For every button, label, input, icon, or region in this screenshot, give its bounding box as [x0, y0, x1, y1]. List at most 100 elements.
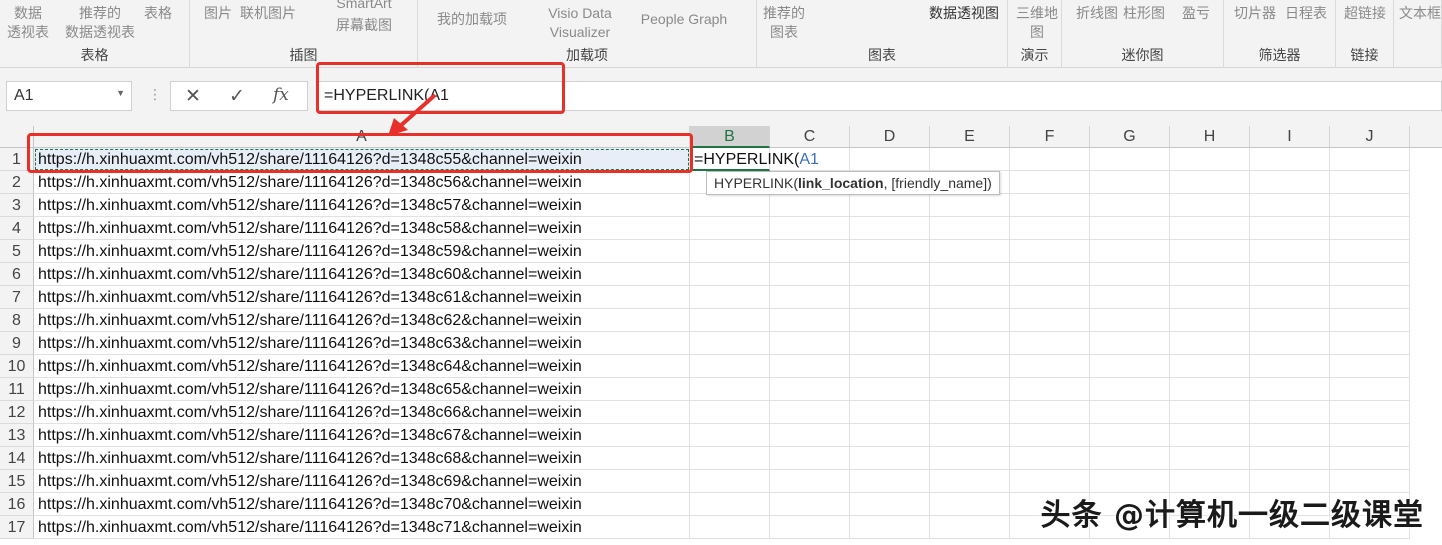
cell-h1[interactable]: [1170, 148, 1250, 171]
cell-j5[interactable]: [1330, 240, 1410, 263]
ribbon-button[interactable]: Visio Data Visualizer: [548, 4, 612, 42]
cell-f4[interactable]: [1010, 217, 1090, 240]
cell-i4[interactable]: [1250, 217, 1330, 240]
cell-i6[interactable]: [1250, 263, 1330, 286]
cell-j7[interactable]: [1330, 286, 1410, 309]
column-header-a[interactable]: A: [34, 126, 690, 148]
row-header[interactable]: 6: [0, 263, 34, 286]
tooltip-arg2[interactable]: [friendly_name]): [891, 175, 991, 191]
cell-f10[interactable]: [1010, 355, 1090, 378]
cell-a15[interactable]: https://h.xinhuaxmt.com/vh512/share/1116…: [34, 470, 690, 493]
cell-d16[interactable]: [850, 493, 930, 516]
cell-f6[interactable]: [1010, 263, 1090, 286]
cell-j10[interactable]: [1330, 355, 1410, 378]
cell-d11[interactable]: [850, 378, 930, 401]
cell-c14[interactable]: [770, 447, 850, 470]
row-header[interactable]: 9: [0, 332, 34, 355]
ribbon-button[interactable]: 文本框: [1399, 4, 1441, 23]
cell-a12[interactable]: https://h.xinhuaxmt.com/vh512/share/1116…: [34, 401, 690, 424]
cell-g14[interactable]: [1090, 447, 1170, 470]
cell-h8[interactable]: [1170, 309, 1250, 332]
cell-c16[interactable]: [770, 493, 850, 516]
grip-icon[interactable]: ⋮: [148, 86, 162, 103]
cell-g10[interactable]: [1090, 355, 1170, 378]
cell-i10[interactable]: [1250, 355, 1330, 378]
cell-g5[interactable]: [1090, 240, 1170, 263]
cell-f8[interactable]: [1010, 309, 1090, 332]
cell-a10[interactable]: https://h.xinhuaxmt.com/vh512/share/1116…: [34, 355, 690, 378]
cell-g1[interactable]: [1090, 148, 1170, 171]
cell-a11[interactable]: https://h.xinhuaxmt.com/vh512/share/1116…: [34, 378, 690, 401]
cell-a4[interactable]: https://h.xinhuaxmt.com/vh512/share/1116…: [34, 217, 690, 240]
chevron-down-icon[interactable]: ▼: [116, 88, 125, 98]
cell-d12[interactable]: [850, 401, 930, 424]
cell-h3[interactable]: [1170, 194, 1250, 217]
cell-b8[interactable]: [690, 309, 770, 332]
cell-c11[interactable]: [770, 378, 850, 401]
row-header[interactable]: 5: [0, 240, 34, 263]
cell-c8[interactable]: [770, 309, 850, 332]
cell-d5[interactable]: [850, 240, 930, 263]
ribbon-button[interactable]: 超链接: [1344, 4, 1386, 23]
row-header[interactable]: 17: [0, 516, 34, 539]
row-header[interactable]: 10: [0, 355, 34, 378]
row-header[interactable]: 2: [0, 171, 34, 194]
column-header-g[interactable]: G: [1090, 126, 1170, 148]
cell-h10[interactable]: [1170, 355, 1250, 378]
cell-f1[interactable]: [1010, 148, 1090, 171]
column-header-e[interactable]: E: [930, 126, 1010, 148]
cell-e13[interactable]: [930, 424, 1010, 447]
cell-h9[interactable]: [1170, 332, 1250, 355]
cell-f13[interactable]: [1010, 424, 1090, 447]
cell-c17[interactable]: [770, 516, 850, 539]
cell-g3[interactable]: [1090, 194, 1170, 217]
cell-j12[interactable]: [1330, 401, 1410, 424]
ribbon-button[interactable]: 屏幕截图: [336, 16, 392, 35]
cell-d7[interactable]: [850, 286, 930, 309]
cell-j14[interactable]: [1330, 447, 1410, 470]
cell-d13[interactable]: [850, 424, 930, 447]
cell-f9[interactable]: [1010, 332, 1090, 355]
cell-f5[interactable]: [1010, 240, 1090, 263]
row-header[interactable]: 8: [0, 309, 34, 332]
formula-input[interactable]: =HYPERLINK(A1: [316, 81, 1442, 111]
row-header[interactable]: 15: [0, 470, 34, 493]
cell-i11[interactable]: [1250, 378, 1330, 401]
row-header[interactable]: 7: [0, 286, 34, 309]
cell-g7[interactable]: [1090, 286, 1170, 309]
ribbon-button[interactable]: People Graph: [641, 10, 727, 29]
cell-g8[interactable]: [1090, 309, 1170, 332]
cell-d1[interactable]: [850, 148, 930, 171]
cell-i9[interactable]: [1250, 332, 1330, 355]
cell-d3[interactable]: [850, 194, 930, 217]
cell-f11[interactable]: [1010, 378, 1090, 401]
cell-j9[interactable]: [1330, 332, 1410, 355]
cell-e5[interactable]: [930, 240, 1010, 263]
column-header-k[interactable]: [1410, 126, 1442, 148]
cell-j8[interactable]: [1330, 309, 1410, 332]
cell-h6[interactable]: [1170, 263, 1250, 286]
cell-h14[interactable]: [1170, 447, 1250, 470]
cell-i5[interactable]: [1250, 240, 1330, 263]
ribbon-button[interactable]: SmartArt: [336, 0, 391, 13]
row-header[interactable]: 3: [0, 194, 34, 217]
row-header[interactable]: 13: [0, 424, 34, 447]
column-header-d[interactable]: D: [850, 126, 930, 148]
cell-g9[interactable]: [1090, 332, 1170, 355]
cell-d10[interactable]: [850, 355, 930, 378]
cell-j1[interactable]: [1330, 148, 1410, 171]
row-header[interactable]: 4: [0, 217, 34, 240]
enter-icon[interactable]: ✓: [229, 85, 245, 108]
cell-j4[interactable]: [1330, 217, 1410, 240]
cell-d4[interactable]: [850, 217, 930, 240]
name-box[interactable]: A1 ▼: [6, 81, 132, 111]
ribbon-button[interactable]: 推荐的 数据透视表: [65, 4, 135, 42]
cell-i8[interactable]: [1250, 309, 1330, 332]
cell-g4[interactable]: [1090, 217, 1170, 240]
cell-a6[interactable]: https://h.xinhuaxmt.com/vh512/share/1116…: [34, 263, 690, 286]
row-header[interactable]: 11: [0, 378, 34, 401]
cell-c9[interactable]: [770, 332, 850, 355]
ribbon-button[interactable]: 三维地 图: [1016, 4, 1058, 42]
ribbon-button[interactable]: 图片: [204, 4, 232, 23]
cell-b11[interactable]: [690, 378, 770, 401]
